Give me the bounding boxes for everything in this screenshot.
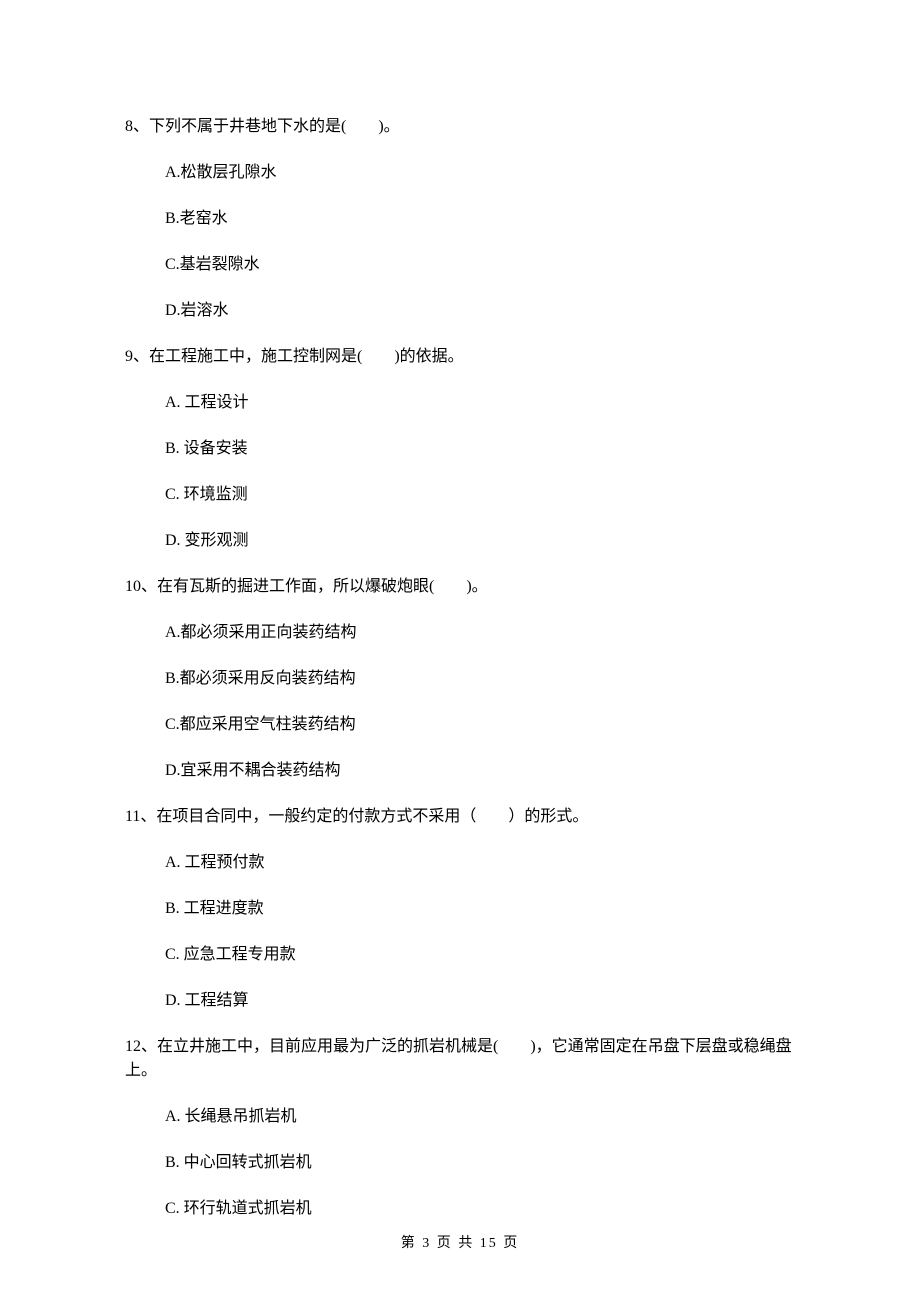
option-b: B.都必须采用反向装药结构 <box>125 667 795 691</box>
option-a: A.松散层孔隙水 <box>125 161 795 185</box>
option-c: C. 应急工程专用款 <box>125 943 795 967</box>
question-text: 10、在有瓦斯的掘进工作面，所以爆破炮眼( )。 <box>125 575 795 599</box>
option-a: A. 工程预付款 <box>125 851 795 875</box>
option-a: A. 长绳悬吊抓岩机 <box>125 1105 795 1129</box>
question-8: 8、下列不属于井巷地下水的是( )。 A.松散层孔隙水 B.老窑水 C.基岩裂隙… <box>125 115 795 323</box>
page-number: 第 3 页 共 15 页 <box>401 1236 520 1251</box>
option-c: C. 环行轨道式抓岩机 <box>125 1197 795 1221</box>
page-content: 8、下列不属于井巷地下水的是( )。 A.松散层孔隙水 B.老窑水 C.基岩裂隙… <box>0 0 920 1221</box>
question-12: 12、在立井施工中，目前应用最为广泛的抓岩机械是( )，它通常固定在吊盘下层盘或… <box>125 1035 795 1221</box>
question-text: 11、在项目合同中，一般约定的付款方式不采用（ ）的形式。 <box>125 805 795 829</box>
option-d: D.宜采用不耦合装药结构 <box>125 759 795 783</box>
option-b: B. 中心回转式抓岩机 <box>125 1151 795 1175</box>
option-c: C. 环境监测 <box>125 483 795 507</box>
question-9: 9、在工程施工中，施工控制网是( )的依据。 A. 工程设计 B. 设备安装 C… <box>125 345 795 553</box>
option-b: B. 设备安装 <box>125 437 795 461</box>
page-footer: 第 3 页 共 15 页 <box>0 1232 920 1252</box>
option-d: D.岩溶水 <box>125 299 795 323</box>
option-c: C.都应采用空气柱装药结构 <box>125 713 795 737</box>
option-a: A. 工程设计 <box>125 391 795 415</box>
question-10: 10、在有瓦斯的掘进工作面，所以爆破炮眼( )。 A.都必须采用正向装药结构 B… <box>125 575 795 783</box>
option-d: D. 变形观测 <box>125 529 795 553</box>
option-c: C.基岩裂隙水 <box>125 253 795 277</box>
option-a: A.都必须采用正向装药结构 <box>125 621 795 645</box>
question-text: 12、在立井施工中，目前应用最为广泛的抓岩机械是( )，它通常固定在吊盘下层盘或… <box>125 1035 795 1083</box>
question-11: 11、在项目合同中，一般约定的付款方式不采用（ ）的形式。 A. 工程预付款 B… <box>125 805 795 1013</box>
question-text: 8、下列不属于井巷地下水的是( )。 <box>125 115 795 139</box>
question-text: 9、在工程施工中，施工控制网是( )的依据。 <box>125 345 795 369</box>
option-b: B.老窑水 <box>125 207 795 231</box>
option-d: D. 工程结算 <box>125 989 795 1013</box>
option-b: B. 工程进度款 <box>125 897 795 921</box>
